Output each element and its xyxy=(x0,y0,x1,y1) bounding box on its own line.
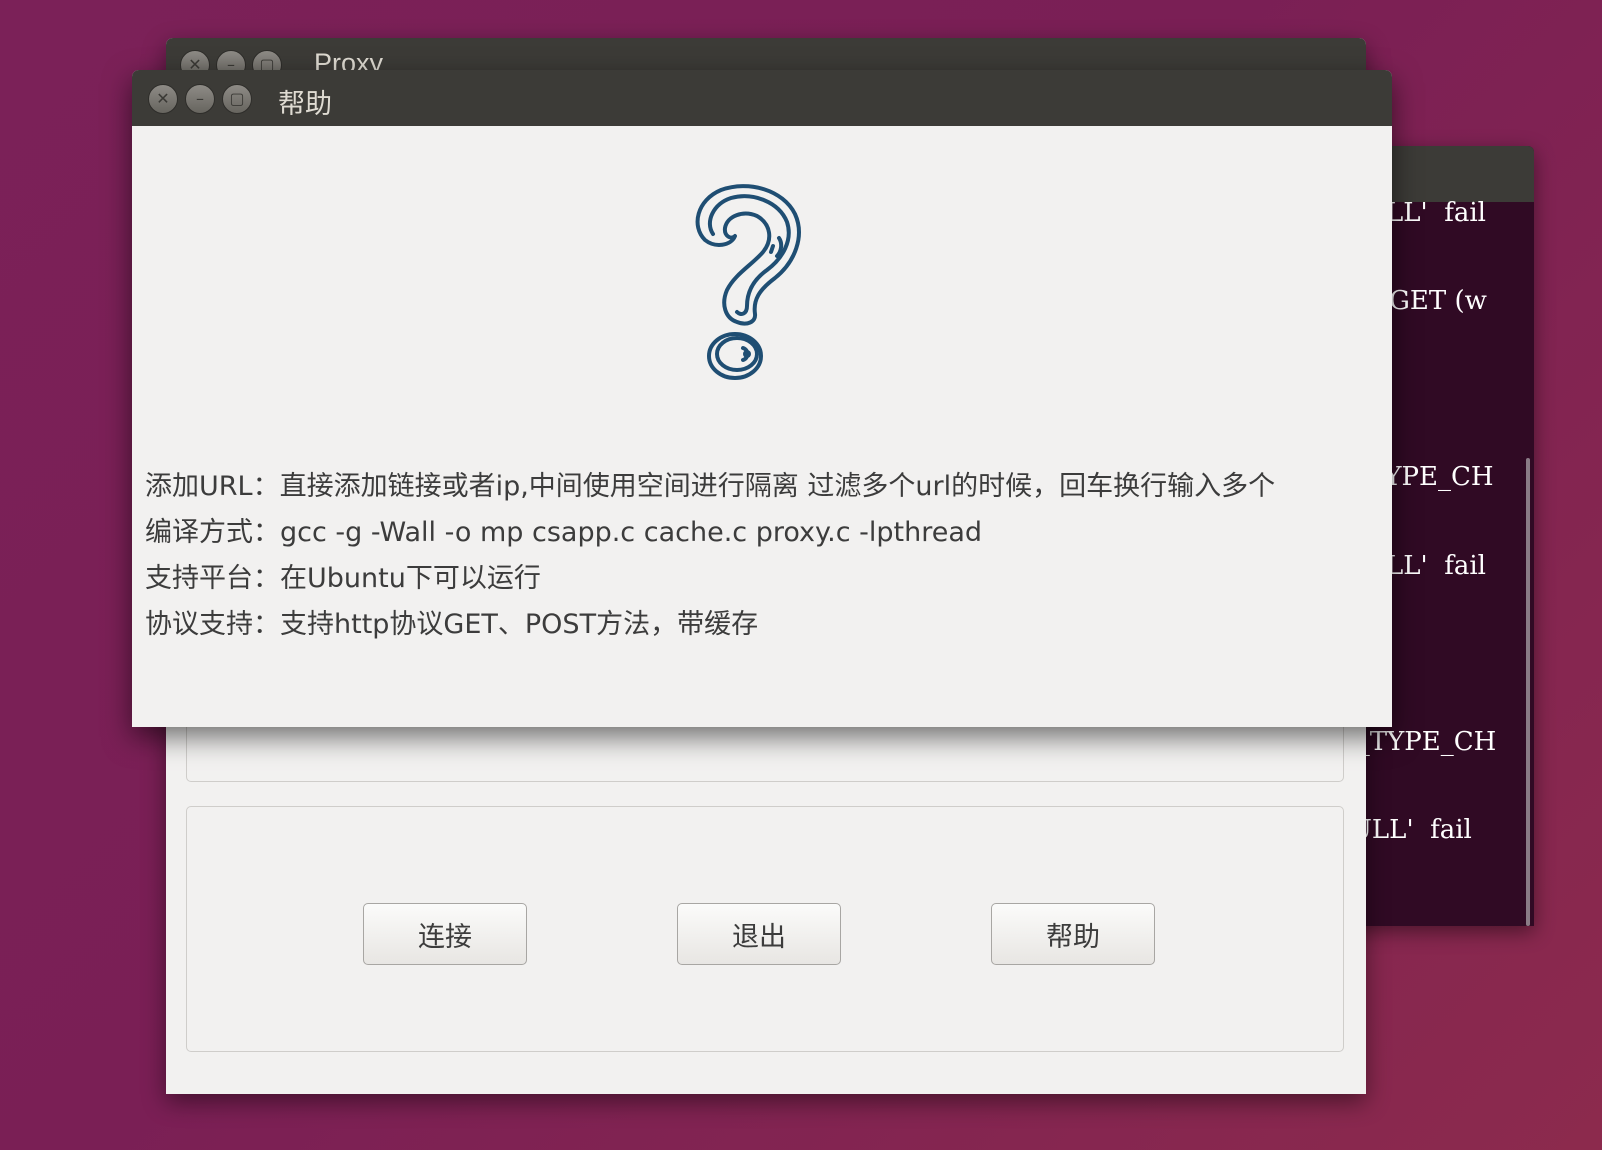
exit-button[interactable]: 退出 xyxy=(677,903,841,965)
help-content: 添加URL：直接添加链接或者ip,中间使用空间进行隔离 过滤多个url的时候，回… xyxy=(145,464,1275,648)
minimize-icon[interactable]: – xyxy=(185,84,215,114)
connect-button[interactable]: 连接 xyxy=(363,903,527,965)
help-button[interactable]: 帮助 xyxy=(991,903,1155,965)
terminal-line: ULL' fail xyxy=(1350,815,1472,845)
help-line-protocol: 协议支持：支持http协议GET、POST方法，带缓存 xyxy=(145,609,759,640)
help-line-add-url: 添加URL：直接添加链接或者ip,中间使用空间进行隔离 过滤多个url的时候，回… xyxy=(145,471,1276,502)
question-mark-icon xyxy=(695,184,801,380)
terminal-line: LL' fail xyxy=(1386,551,1486,581)
help-line-compile: 编译方式：gcc -g -Wall -o mp csapp.c cache.c … xyxy=(145,517,983,548)
terminal-scrollbar[interactable] xyxy=(1526,458,1530,926)
terminal-line: LL' fail xyxy=(1386,198,1486,228)
help-dialog: ✕ – ▢ 帮助 添加URL：直接添加链接或者ip,中间使用空间进行隔离 过滤多… xyxy=(132,70,1392,727)
maximize-icon[interactable]: ▢ xyxy=(222,84,252,114)
dialog-title: 帮助 xyxy=(278,89,332,120)
help-line-platform: 支持平台：在Ubuntu下可以运行 xyxy=(145,563,541,594)
close-icon[interactable]: ✕ xyxy=(148,84,178,114)
help-titlebar[interactable]: ✕ – ▢ 帮助 xyxy=(132,70,1392,126)
button-panel: 连接 退出 帮助 xyxy=(186,806,1344,1052)
